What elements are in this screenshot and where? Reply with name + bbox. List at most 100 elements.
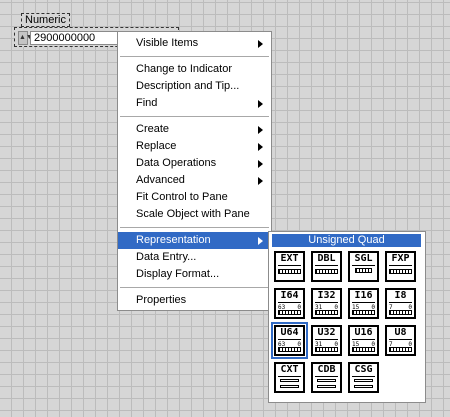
representation-type-label: DBL bbox=[317, 253, 336, 264]
menu-item-label: Advanced bbox=[136, 174, 185, 186]
float-bit-icon bbox=[278, 269, 301, 274]
submenu-arrow-icon bbox=[258, 237, 263, 245]
menu-item-visible-items[interactable]: Visible Items bbox=[118, 35, 271, 52]
menu-separator bbox=[120, 116, 269, 117]
bit-field-icon bbox=[315, 347, 338, 352]
representation-type-label: CSG bbox=[354, 364, 373, 375]
complex-part-icon bbox=[317, 385, 336, 388]
representation-tile-fxp[interactable]: FXP bbox=[385, 251, 416, 282]
tile-divider bbox=[352, 302, 375, 303]
menu-item-replace[interactable]: Replace bbox=[118, 138, 271, 155]
menu-item-advanced[interactable]: Advanced bbox=[118, 172, 271, 189]
menu-item-data-entry[interactable]: Data Entry... bbox=[118, 249, 271, 266]
menu-item-find[interactable]: Find bbox=[118, 95, 271, 112]
complex-part-icon bbox=[280, 379, 299, 382]
representation-type-label: U32 bbox=[317, 327, 336, 338]
representation-type-label: U64 bbox=[280, 327, 299, 338]
bit-field-icon bbox=[352, 347, 375, 352]
representation-tile-u16[interactable]: U16 15 0 bbox=[348, 325, 379, 356]
menu-item-label: Find bbox=[136, 97, 158, 109]
tile-divider bbox=[315, 265, 338, 266]
tile-divider bbox=[315, 376, 338, 377]
representation-type-label: CXT bbox=[280, 364, 299, 375]
representation-tile-i8[interactable]: I8 7 0 bbox=[385, 288, 416, 319]
float-bit-icon bbox=[389, 269, 412, 274]
menu-item-fit-control-to-pane[interactable]: Fit Control to Pane bbox=[118, 189, 271, 206]
tile-divider bbox=[278, 265, 301, 266]
menu-item-change-to-indicator[interactable]: Change to Indicator bbox=[118, 61, 271, 78]
tile-divider bbox=[352, 265, 375, 266]
menu-item-label: Data Entry... bbox=[136, 251, 197, 263]
representation-type-label: I64 bbox=[280, 290, 299, 301]
bit-field-icon bbox=[389, 310, 412, 315]
menu-item-label: Data Operations bbox=[136, 157, 217, 169]
representation-type-label: EXT bbox=[280, 253, 299, 264]
tile-divider bbox=[315, 339, 338, 340]
representation-type-label: FXP bbox=[391, 253, 410, 264]
representation-tile-i32[interactable]: I32 31 0 bbox=[311, 288, 342, 319]
tile-divider bbox=[278, 376, 301, 377]
control-label[interactable]: Numeric bbox=[21, 13, 70, 27]
context-menu: Visible Items Change to Indicator Descript… bbox=[117, 31, 272, 311]
menu-item-scale-object-with-pane[interactable]: Scale Object with Pane bbox=[118, 206, 271, 223]
representation-tile-i16[interactable]: I16 15 0 bbox=[348, 288, 379, 319]
menu-item-label: Properties bbox=[136, 294, 187, 306]
float-bit-icon bbox=[355, 268, 372, 273]
bit-field-icon bbox=[389, 347, 412, 352]
representation-tile-csg[interactable]: CSG bbox=[348, 362, 379, 393]
tile-divider bbox=[352, 376, 375, 377]
menu-item-label: Fit Control to Pane bbox=[136, 191, 228, 203]
increment-decrement-icon[interactable]: ▲▼ bbox=[18, 31, 33, 45]
bit-field-icon bbox=[278, 347, 301, 352]
submenu-arrow-icon bbox=[258, 100, 263, 108]
menu-item-properties[interactable]: Properties bbox=[118, 292, 271, 309]
representation-tile-i64[interactable]: I64 63 0 bbox=[274, 288, 305, 319]
submenu-arrow-icon bbox=[258, 143, 263, 151]
representation-type-label: SGL bbox=[354, 253, 373, 264]
numeric-value-field[interactable]: 2900000000 bbox=[30, 31, 120, 45]
representation-tile-u64[interactable]: U64 63 0 bbox=[271, 322, 308, 359]
representation-tile-u8[interactable]: U8 7 0 bbox=[385, 325, 416, 356]
representation-type-label: I8 bbox=[394, 290, 407, 301]
menu-item-representation[interactable]: Representation bbox=[118, 232, 271, 249]
submenu-arrow-icon bbox=[258, 160, 263, 168]
representation-tile-u32[interactable]: U32 31 0 bbox=[311, 325, 342, 356]
submenu-arrow-icon bbox=[258, 126, 263, 134]
representation-tile-ext[interactable]: EXT bbox=[274, 251, 305, 282]
menu-item-label: Visible Items bbox=[136, 37, 199, 49]
float-bit-icon bbox=[315, 269, 338, 274]
menu-item-label: Create bbox=[136, 123, 170, 135]
menu-item-create[interactable]: Create bbox=[118, 121, 271, 138]
tile-divider bbox=[278, 339, 301, 340]
bit-field-icon bbox=[315, 310, 338, 315]
representation-type-label: U16 bbox=[354, 327, 373, 338]
complex-part-icon bbox=[280, 385, 299, 388]
tile-divider bbox=[389, 265, 412, 266]
representation-tile-cdb[interactable]: CDB bbox=[311, 362, 342, 393]
representation-type-label: I32 bbox=[317, 290, 336, 301]
menu-item-description-and-tip[interactable]: Description and Tip... bbox=[118, 78, 271, 95]
complex-part-icon bbox=[354, 385, 373, 388]
representation-tile-sgl[interactable]: SGL bbox=[348, 251, 379, 282]
menu-item-label: Change to Indicator bbox=[136, 63, 233, 75]
menu-item-display-format[interactable]: Display Format... bbox=[118, 266, 271, 283]
bit-field-icon bbox=[352, 310, 375, 315]
menu-item-label: Display Format... bbox=[136, 268, 220, 280]
tile-divider bbox=[352, 339, 375, 340]
representation-tile-cxt[interactable]: CXT bbox=[274, 362, 305, 393]
complex-part-icon bbox=[354, 379, 373, 382]
tile-divider bbox=[389, 302, 412, 303]
menu-item-label: Scale Object with Pane bbox=[136, 208, 250, 220]
tile-divider bbox=[315, 302, 338, 303]
menu-item-data-operations[interactable]: Data Operations bbox=[118, 155, 271, 172]
tile-divider bbox=[278, 302, 301, 303]
representation-tile-dbl[interactable]: DBL bbox=[311, 251, 342, 282]
menu-item-label: Replace bbox=[136, 140, 177, 152]
representation-type-label: I16 bbox=[354, 290, 373, 301]
menu-item-label: Representation bbox=[136, 234, 211, 246]
representation-title: Unsigned Quad bbox=[272, 234, 421, 247]
submenu-arrow-icon bbox=[258, 177, 263, 185]
menu-item-label: Description and Tip... bbox=[136, 80, 240, 92]
submenu-arrow-icon bbox=[258, 40, 263, 48]
representation-type-label: U8 bbox=[394, 327, 407, 338]
